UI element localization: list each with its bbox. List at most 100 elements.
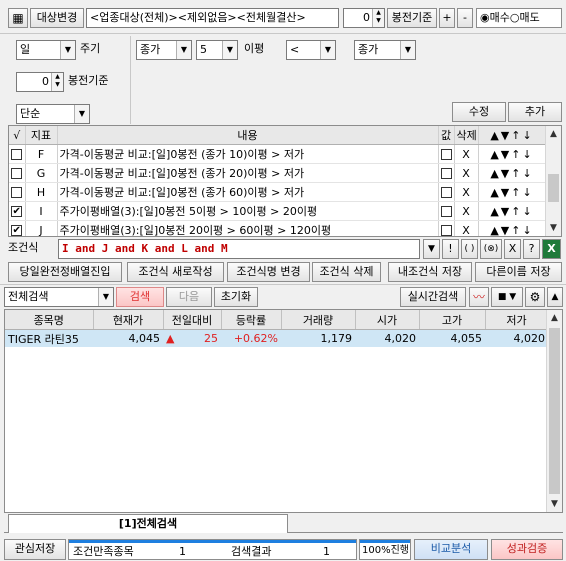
radio-buy[interactable]: ◉매수 (480, 11, 510, 24)
not-button[interactable]: ! (442, 239, 459, 259)
move-arrows-icon[interactable]: ▲▼↑↓ (478, 201, 547, 221)
col-header-check[interactable]: √ (9, 126, 26, 145)
rename-condition-button[interactable]: 조건식명 변경 (227, 262, 310, 282)
reset-button[interactable]: 초기화 (214, 287, 258, 307)
save-as-button[interactable]: 다른이름 저장 (475, 262, 562, 282)
delete-x-icon[interactable]: X (454, 201, 479, 221)
formula-input[interactable]: I and J and K and L and M (58, 239, 420, 259)
value-checkbox[interactable] (440, 149, 452, 160)
settings-base-input[interactable]: 0 ▲ ▼ (16, 72, 64, 92)
add-button[interactable]: 추가 (508, 102, 562, 122)
move-arrows-icon[interactable]: ▲▼↑↓ (478, 144, 547, 164)
chart-icon[interactable]: 〰 (469, 287, 489, 307)
col-header-value[interactable]: 값 (438, 126, 455, 145)
delete-condition-button[interactable]: 조건식 삭제 (312, 262, 381, 282)
scroll-up-icon[interactable]: ▲ (546, 126, 561, 142)
save-my-condition-button[interactable]: 내조건식 저장 (388, 262, 472, 282)
condition-row[interactable]: H 가격-이동평균 비교:[일]0봉전 (종가 60)이평 > 저가 X ▲▼↑… (9, 182, 547, 202)
collapse-up-icon[interactable]: ▲ (547, 287, 563, 307)
new-condition-button[interactable]: 조건식 새로작성 (127, 262, 224, 282)
condition-content[interactable]: 가격-이동평균 비교:[일]0봉전 (종가 20)이평 > 저가 (57, 163, 439, 183)
radio-sell[interactable]: ○매도 (510, 11, 540, 24)
condition-scrollbar[interactable]: ▲ ▼ (545, 126, 561, 236)
spinner-icon[interactable]: ▲ ▼ (372, 9, 384, 27)
stock-name[interactable]: TIGER 라틴35 (5, 330, 93, 348)
base-criteria-button[interactable]: 봉전기준 (387, 8, 437, 28)
performance-verify-button[interactable]: 성과검증 (491, 539, 563, 560)
saved-condition-button[interactable]: 당일완전정배열진입 (8, 262, 122, 282)
col-header-volume[interactable]: 거래량 (281, 310, 356, 330)
col-header-delete[interactable]: 삭제 (454, 126, 479, 145)
layout-menu-icon[interactable]: ■ ▼ (491, 287, 523, 307)
move-arrows-icon[interactable]: ▲▼↑↓ (478, 182, 547, 202)
ma-mode-select[interactable]: 단순 ▼ (16, 104, 90, 124)
value-checkbox[interactable] (440, 187, 452, 198)
condition-content[interactable]: 가격-이동평균 비교:[일]0봉전 (종가 60)이평 > 저가 (57, 182, 439, 202)
col-header-price[interactable]: 현재가 (93, 310, 164, 330)
ma-period-select[interactable]: 5 ▼ (196, 40, 238, 60)
scroll-down-icon[interactable]: ▼ (546, 220, 561, 236)
condition-row[interactable]: F 가격-이동평균 비교:[일]0봉전 (종가 10)이평 > 저가 X ▲▼↑… (9, 144, 547, 164)
realtime-search-button[interactable]: 실시간검색 (400, 287, 466, 307)
col-header-content[interactable]: 내용 (57, 126, 439, 145)
row-checkbox[interactable] (11, 149, 23, 160)
value-checkbox[interactable] (440, 206, 452, 217)
scroll-up-icon[interactable]: ▲ (547, 310, 562, 326)
condition-content[interactable]: 가격-이동평균 비교:[일]0봉전 (종가 10)이평 > 저가 (57, 144, 439, 164)
condition-content[interactable]: 주가이평배열(3):[일]0봉전 5이평 > 10이평 > 20이평 (57, 201, 439, 221)
move-arrows-icon[interactable]: ▲▼↑↓ (478, 220, 547, 236)
next-button[interactable]: 다음 (166, 287, 212, 307)
condition-row[interactable]: ✔ J 주가이평배열(3):[일]0봉전 20이평 > 60이평 > 120이평… (9, 220, 547, 236)
remove-paren-button[interactable]: (⊗) (480, 239, 502, 259)
base-offset-input[interactable]: 0 ▲ ▼ (343, 8, 385, 28)
col-header-open[interactable]: 시가 (355, 310, 420, 330)
scroll-thumb[interactable] (549, 328, 560, 494)
price-select[interactable]: 종가 ▼ (136, 40, 192, 60)
operator-select[interactable]: < ▼ (286, 40, 336, 60)
minus-button[interactable]: - (457, 8, 473, 28)
sector-change-button[interactable]: 대상변경 (30, 8, 84, 28)
col-header-indicator[interactable]: 지표 (25, 126, 58, 145)
help-button[interactable]: ? (523, 239, 540, 259)
gear-icon[interactable]: ⚙ (525, 287, 545, 307)
plus-button[interactable]: + (439, 8, 455, 28)
edit-button[interactable]: 수정 (452, 102, 506, 122)
col-header-low[interactable]: 저가 (485, 310, 549, 330)
low-price: 4,020 (513, 332, 546, 345)
formula-dropdown-button[interactable]: ▼ (423, 239, 440, 259)
excel-icon[interactable]: X (542, 239, 561, 259)
row-checkbox[interactable] (11, 187, 23, 198)
search-button[interactable]: 검색 (116, 287, 164, 307)
grid-icon[interactable]: ▦ (8, 8, 28, 28)
move-arrows-icon[interactable]: ▲▼↑↓ (478, 163, 547, 183)
period-select[interactable]: 일 ▼ (16, 40, 76, 60)
delete-x-icon[interactable]: X (454, 163, 479, 183)
value-checkbox[interactable] (440, 168, 452, 179)
delete-x-icon[interactable]: X (454, 144, 479, 164)
row-checkbox-checked[interactable]: ✔ (11, 206, 23, 217)
col-header-name[interactable]: 종목명 (5, 310, 94, 330)
value-checkbox[interactable] (440, 225, 452, 236)
delete-x-icon[interactable]: X (454, 220, 479, 236)
delete-x-icon[interactable]: X (454, 182, 479, 202)
scroll-down-icon[interactable]: ▼ (547, 496, 562, 512)
condition-row[interactable]: G 가격-이동평균 비교:[일]0봉전 (종가 20)이평 > 저가 X ▲▼↑… (9, 163, 547, 183)
scroll-thumb[interactable] (548, 174, 559, 202)
condition-content[interactable]: 주가이평배열(3):[일]0봉전 20이평 > 60이평 > 120이평 (57, 220, 439, 236)
paren-button[interactable]: ( ) (461, 239, 478, 259)
results-scrollbar[interactable]: ▲ ▼ (546, 310, 562, 512)
spinner-icon[interactable]: ▲ ▼ (51, 73, 63, 91)
clear-button[interactable]: X (504, 239, 521, 259)
row-checkbox-checked[interactable]: ✔ (11, 225, 23, 236)
search-scope-select[interactable]: 전체검색 ▼ (4, 287, 114, 307)
save-interest-button[interactable]: 관심저장 (4, 539, 66, 560)
col-header-rate[interactable]: 등락률 (221, 310, 282, 330)
row-checkbox[interactable] (11, 168, 23, 179)
target-price-select[interactable]: 종가 ▼ (354, 40, 416, 60)
condition-row[interactable]: ✔ I 주가이평배열(3):[일]0봉전 5이평 > 10이평 > 20이평 X… (9, 201, 547, 221)
compare-analysis-button[interactable]: 비교분석 (414, 539, 488, 560)
table-row[interactable]: TIGER 라틴35 4,045 ▲ 25 +0.62% 1,179 4,020 … (5, 329, 548, 348)
col-header-high[interactable]: 고가 (419, 310, 486, 330)
tab-all-search[interactable]: [1]전체검색 (8, 514, 288, 533)
col-header-change[interactable]: 전일대비 (163, 310, 222, 330)
